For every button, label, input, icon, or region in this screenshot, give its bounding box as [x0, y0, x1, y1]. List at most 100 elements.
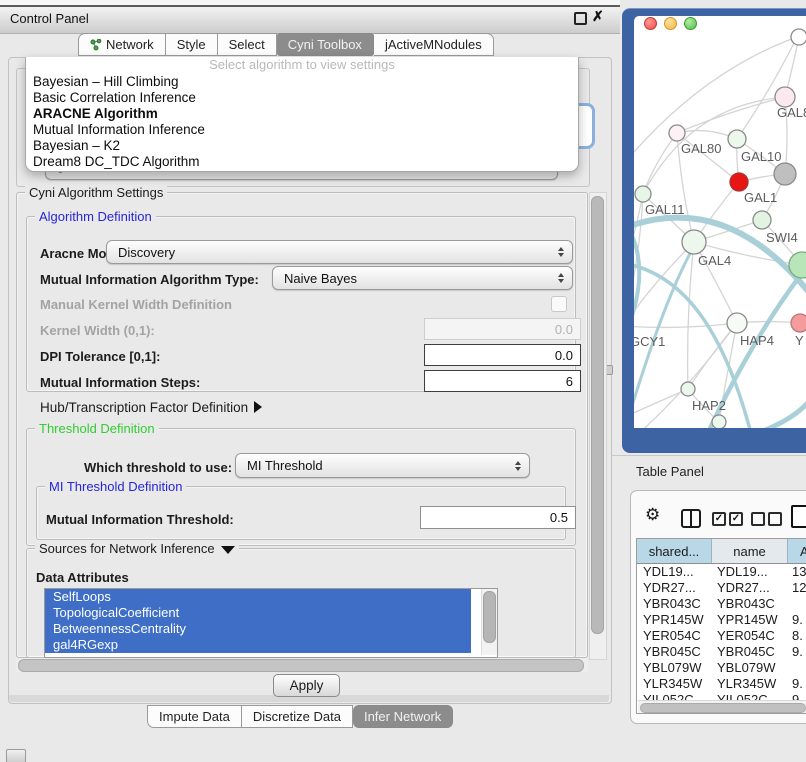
table-panel-separator	[612, 455, 806, 456]
group-title: MI Threshold Definition	[45, 479, 186, 494]
column-header-partial[interactable]: A	[788, 539, 806, 563]
table-row[interactable]: YBR043CYBR043C	[637, 596, 806, 612]
mac-close-button[interactable]	[644, 17, 657, 30]
bottom-left-widget[interactable]	[6, 749, 26, 762]
table-row[interactable]: YDL19...YDL19...13	[637, 564, 806, 580]
tab-style[interactable]: Style	[166, 33, 218, 56]
network-node[interactable]	[712, 415, 726, 428]
list-scrollbar[interactable]	[481, 589, 497, 655]
mac-zoom-button[interactable]	[684, 17, 697, 30]
mi-steps-label: Mutual Information Steps:	[40, 375, 200, 390]
control-panel-titlebar[interactable]: Control Panel ✗	[0, 5, 620, 34]
list-item[interactable]: TopologicalCoefficient	[45, 605, 471, 621]
hub-definition-expander[interactable]: Hub/Transcription Factor Definition	[40, 400, 262, 415]
tab-discretize-data[interactable]: Discretize Data	[242, 705, 353, 728]
mac-minimize-button[interactable]	[664, 17, 677, 30]
tab-cyni-toolbox[interactable]: Cyni Toolbox	[277, 33, 374, 56]
dropdown-item[interactable]: Mutual Information Inference	[26, 122, 578, 138]
settings-hscroll-thumb[interactable]	[18, 659, 584, 672]
select-all-icon[interactable]: ✓	[729, 512, 743, 526]
node-label: HAP4	[740, 333, 774, 348]
dpi-tolerance-field[interactable]: 0.0	[424, 344, 581, 366]
group-title: Cyni Algorithm Settings	[25, 185, 167, 200]
control-panel-tabs: Network Style Select Cyni Toolbox jActiv…	[78, 33, 494, 56]
which-threshold-combo[interactable]: MI Threshold	[235, 453, 530, 478]
select-all-icon[interactable]: ✓	[712, 512, 726, 526]
table-row[interactable]: YER054CYER054C8.	[637, 628, 806, 644]
tab-impute-data[interactable]: Impute Data	[147, 705, 242, 728]
tab-network[interactable]: Network	[78, 33, 166, 56]
apply-button[interactable]: Apply	[273, 674, 340, 697]
deselect-all-icon[interactable]	[768, 512, 782, 526]
network-node-selected[interactable]	[730, 173, 748, 191]
manual-kernel-label: Manual Kernel Width Definition	[40, 297, 232, 312]
network-node[interactable]	[682, 230, 706, 254]
network-node[interactable]	[753, 211, 771, 229]
table-header-row: shared... name A	[637, 539, 806, 564]
combo-value: Naive Bayes	[284, 271, 357, 286]
network-node[interactable]	[669, 125, 685, 141]
network-node[interactable]	[635, 186, 651, 202]
document-icon[interactable]	[791, 505, 806, 528]
node-label: SWI4	[766, 230, 798, 245]
table-row[interactable]: YPR145WYPR145W9.	[637, 612, 806, 628]
combo-arrows-icon	[558, 273, 564, 283]
tab-infer-network[interactable]: Infer Network	[353, 705, 453, 728]
gear-icon[interactable]: ⚙	[645, 506, 660, 523]
mi-steps-field[interactable]: 6	[424, 370, 581, 392]
table-row[interactable]: YBR045CYBR045C9.	[637, 644, 806, 660]
algorithm-dropdown-list: Select algorithm to view settings Bayesi…	[25, 57, 579, 172]
field-value: 0.0	[555, 348, 573, 363]
mi-type-combo[interactable]: Naive Bayes	[272, 266, 573, 290]
network-node[interactable]	[775, 87, 795, 107]
list-item[interactable]: BetweennessCentrality	[45, 621, 471, 637]
network-node[interactable]	[727, 313, 747, 333]
dropdown-item[interactable]: Dream8 DC_TDC Algorithm	[26, 154, 578, 170]
dropdown-prompt: Select algorithm to view settings	[26, 57, 578, 74]
network-node[interactable]	[774, 163, 796, 185]
sources-title-label: Sources for Network Inference	[39, 541, 215, 556]
split-view-icon[interactable]	[681, 509, 701, 528]
network-node[interactable]	[681, 382, 695, 396]
node-label: GAL10	[741, 149, 781, 164]
network-icon	[90, 39, 102, 51]
deselect-all-icon[interactable]	[751, 512, 765, 526]
column-header-name[interactable]: name	[712, 539, 788, 563]
network-node[interactable]	[728, 130, 746, 148]
screen: Control Panel ✗ Network Style Select Cyn…	[0, 0, 806, 762]
tab-label: Style	[177, 34, 206, 55]
settings-vertical-scrollbar[interactable]	[589, 192, 607, 660]
dropdown-item[interactable]: Bayesian – Hill Climbing	[26, 74, 578, 90]
column-header-shared[interactable]: shared...	[637, 539, 712, 563]
settings-vscroll-thumb[interactable]	[591, 196, 604, 634]
network-node[interactable]	[791, 29, 806, 45]
close-icon[interactable]: ✗	[592, 8, 604, 25]
network-canvas-svg: GAL8 GAL80 GAL10 GAL1 GAL11 SWI4 GAL4 GC…	[634, 16, 806, 428]
list-item[interactable]: SelfLoops	[45, 589, 471, 605]
settings-horizontal-scrollbar[interactable]	[16, 658, 588, 672]
dropdown-item-selected[interactable]: ARACNE Algorithm	[26, 106, 578, 122]
node-table: shared... name A YDL19...YDL19...13 YDR2…	[636, 538, 806, 714]
network-node[interactable]	[791, 314, 806, 332]
aracne-mode-combo[interactable]: Discovery	[106, 240, 573, 264]
tab-select[interactable]: Select	[218, 33, 277, 56]
list-scrollbar-thumb[interactable]	[483, 591, 496, 643]
table-row[interactable]: YDR27...YDR27...12	[637, 580, 806, 596]
mi-threshold-field[interactable]: 0.5	[420, 506, 576, 529]
manual-kernel-checkbox[interactable]	[551, 296, 567, 312]
table-row[interactable]: YBL079WYBL079W	[637, 660, 806, 676]
kernel-width-field[interactable]: 0.0	[424, 318, 581, 340]
tab-label: Infer Network	[364, 706, 441, 727]
float-window-icon[interactable]	[574, 12, 587, 25]
dropdown-item[interactable]: Bayesian – K2	[26, 138, 578, 154]
tab-jactivemnodules[interactable]: jActiveMNodules	[374, 33, 494, 56]
sources-title[interactable]: Sources for Network Inference	[35, 541, 239, 556]
table-row[interactable]: YLR345WYLR345W9.	[637, 676, 806, 692]
table-panel-title: Table Panel	[636, 464, 704, 479]
dropdown-item[interactable]: Basic Correlation Inference	[26, 90, 578, 106]
table-hscroll-thumb[interactable]	[640, 703, 806, 713]
list-item[interactable]: gal4RGexp	[45, 637, 471, 653]
node-label: Y	[795, 333, 804, 348]
table-horizontal-scrollbar[interactable]	[638, 700, 806, 714]
network-view[interactable]: GAL8 GAL80 GAL10 GAL1 GAL11 SWI4 GAL4 GC…	[634, 16, 806, 428]
